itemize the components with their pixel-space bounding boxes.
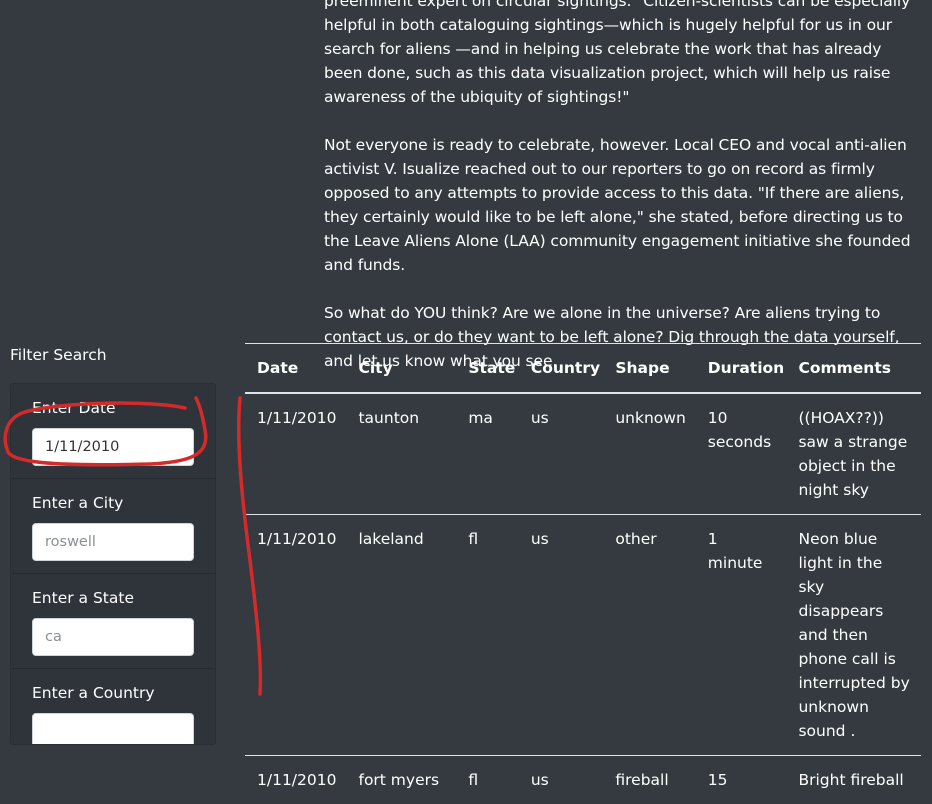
cell-city: lakeland	[346, 515, 456, 756]
state-input[interactable]	[32, 618, 194, 656]
filter-city: Enter a City	[11, 479, 215, 574]
cell-country: us	[519, 393, 604, 515]
cell-state: fl	[456, 756, 519, 804]
table-row: 1/11/2010 taunton ma us unknown 10 secon…	[245, 393, 921, 515]
filter-country: Enter a Country	[11, 669, 215, 745]
filter-state: Enter a State	[11, 574, 215, 669]
cell-comments: Neon blue light in the sky disappears an…	[786, 515, 921, 756]
cell-state: fl	[456, 515, 519, 756]
cell-state: ma	[456, 393, 519, 515]
city-input[interactable]	[32, 523, 194, 561]
cell-duration: 10 seconds	[696, 393, 787, 515]
column-header-shape[interactable]: Shape	[603, 344, 695, 394]
cell-date: 1/11/2010	[245, 515, 346, 756]
ufo-table-container: Date City State Country Shape Duration C…	[245, 343, 921, 804]
article-text: preeminent expert on circular sightings.…	[324, 0, 924, 397]
article-paragraph: preeminent expert on circular sightings.…	[324, 0, 924, 109]
filter-panel: Enter Date Enter a City Enter a State En…	[10, 383, 216, 745]
cell-comments: ((HOAX??)) saw a strange object in the n…	[786, 393, 921, 515]
cell-shape: other	[603, 515, 695, 756]
filter-country-label: Enter a Country	[32, 684, 155, 702]
date-input[interactable]	[32, 428, 194, 466]
table-header-row: Date City State Country Shape Duration C…	[245, 344, 921, 394]
table-row: 1/11/2010 lakeland fl us other 1 minute …	[245, 515, 921, 756]
column-header-city[interactable]: City	[346, 344, 456, 394]
filter-city-label: Enter a City	[32, 494, 123, 512]
cell-city: fort myers	[346, 756, 456, 804]
cell-duration: 15	[696, 756, 787, 804]
cell-comments: Bright fireball	[786, 756, 921, 804]
column-header-state[interactable]: State	[456, 344, 519, 394]
column-header-date[interactable]: Date	[245, 344, 346, 394]
filter-state-label: Enter a State	[32, 589, 134, 607]
cell-date: 1/11/2010	[245, 393, 346, 515]
country-input[interactable]	[32, 713, 194, 745]
cell-date: 1/11/2010	[245, 756, 346, 804]
filter-date: Enter Date	[11, 384, 215, 479]
filter-date-label: Enter Date	[32, 399, 116, 417]
ufo-table: Date City State Country Shape Duration C…	[245, 343, 921, 804]
table-row: 1/11/2010 fort myers fl us fireball 15 B…	[245, 756, 921, 804]
column-header-comments[interactable]: Comments	[786, 344, 921, 394]
column-header-country[interactable]: Country	[519, 344, 604, 394]
cell-country: us	[519, 515, 604, 756]
cell-shape: fireball	[603, 756, 695, 804]
cell-shape: unknown	[603, 393, 695, 515]
cell-country: us	[519, 756, 604, 804]
article-paragraph: Not everyone is ready to celebrate, howe…	[324, 133, 924, 277]
column-header-duration[interactable]: Duration	[696, 344, 787, 394]
cell-city: taunton	[346, 393, 456, 515]
cell-duration: 1 minute	[696, 515, 787, 756]
filter-search-title: Filter Search	[10, 346, 107, 364]
